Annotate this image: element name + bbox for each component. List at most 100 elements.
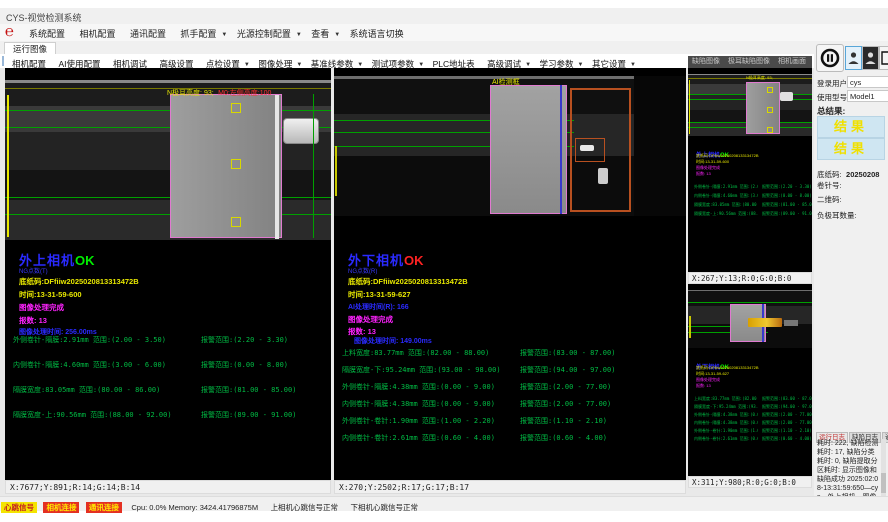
pause-button[interactable]	[816, 44, 844, 72]
measure-row: 隔膜宽度:83.05mm 范围:(80.00 - 86.00)	[694, 202, 758, 208]
log-text: 耗时: 222, 缺陷检测耗时: 17, 缺陷分类耗时: 0, 缺陷提取分区耗时…	[817, 439, 879, 501]
toolbar-accent	[2, 56, 4, 66]
alarm-range: 报警范围:(94.00 - 97.00)	[762, 404, 812, 410]
measure-row: 上料宽度:83.77mm 范围:(82.00 - 88.00)	[694, 396, 758, 402]
mini-image: N极耳高度: 93;	[688, 74, 812, 136]
upper-heartbeat-text: 上相机心跳信号正常	[271, 503, 339, 512]
annotation-height: N极耳高度: 93;	[746, 75, 773, 81]
edge-marker-yellow	[7, 95, 9, 237]
qr-code-label: 二维码:	[817, 194, 842, 205]
count-text: 报数: 13	[696, 383, 711, 389]
measure-row: 隔膜宽度-上:90.56mm 范围:(88.00 - 92.00)	[694, 211, 758, 217]
operator-button[interactable]	[862, 46, 879, 70]
measure-row: 内侧卷针-隔膜:4.38mm 范围:(0.00 - 9.00)	[694, 420, 758, 426]
result-display-lower: 结果	[817, 138, 885, 160]
exit-door-icon	[881, 51, 888, 65]
measure-row: 隔膜宽度-下:95.24mm 范围:(93.00 - 98.00)	[694, 404, 758, 410]
measure-row: 内侧卷针-卷针:2.61mm 范围:(0.60 - 4.00)	[694, 436, 758, 442]
measure-row: 上料宽度:83.77mm 范围:(82.00 - 88.00)	[342, 348, 489, 358]
model-field[interactable]	[847, 90, 888, 102]
time-text: 时间:13-31-59-600	[19, 289, 82, 300]
barcode-text: 底纸码:DFfiiw2025020813313472B	[348, 276, 468, 287]
cell-edge-highlight	[275, 95, 279, 239]
edge-marker-blue	[560, 85, 562, 214]
alarm-range: 报警范围:(94.00 - 97.00)	[520, 365, 615, 375]
measure-line	[5, 197, 331, 198]
tab-marker	[231, 103, 241, 113]
measure-row: 外侧卷针-隔膜:4.38mm 范围:(0.00 - 9.00)	[694, 412, 758, 418]
mini-tab-defect-image[interactable]: 缺陷图像	[692, 58, 720, 65]
status-bar: 心跳信号 相机连接 通讯连接 Cpu: 0.0% Memory: 3424.41…	[0, 496, 888, 511]
mini-image	[688, 290, 812, 348]
login-user-field[interactable]	[847, 76, 888, 88]
camera-image-lower: AI检测框	[334, 76, 686, 216]
log-scrollbar[interactable]	[881, 439, 886, 501]
cell-region	[746, 82, 780, 134]
alarm-range: 报警范围:(0.00 - 8.00)	[762, 193, 812, 199]
logout-button[interactable]	[879, 46, 888, 70]
image-annotation: N极耳高度: 93; M0:左侧高度:100	[167, 82, 271, 100]
roll-pin-label: 卷针号:	[817, 180, 842, 191]
cell-region	[490, 85, 567, 214]
measure-line	[688, 302, 812, 303]
camera-view-lower[interactable]: AI检测框 外下相机OK NG点数(R) 底纸码:DFfiiw202502081…	[334, 68, 686, 480]
window-title: CYS-视觉检测系统	[6, 11, 82, 24]
mini-view-upper[interactable]: N极耳高度: 93; 外上相机OK 底纸码:DFfiiw202502081331…	[688, 68, 812, 272]
tab-marker	[767, 107, 773, 113]
mini-pixel-status-lower: X:311;Y:980;R:0;G:0;B:0	[688, 476, 812, 488]
title-bar: CYS-视觉检测系统	[0, 8, 888, 25]
app-logo-icon: ℮	[5, 24, 21, 40]
mini-tab-tab-defect[interactable]: 极耳缺陷图像	[728, 58, 770, 65]
weld-spot	[598, 168, 608, 184]
barcode-text: 底纸码:DFfiiw2025020813313472B	[19, 276, 139, 287]
measure-line	[5, 110, 331, 111]
measure-row: 隔膜宽度-下:95.24mm 范围:(93.00 - 98.00)	[342, 365, 501, 375]
camera-view-upper[interactable]: N极耳高度: 93; M0:左侧高度:100 外上相机OK NG点数(T) 底纸…	[5, 68, 331, 480]
app-window: CYS-视觉检测系统 ℮ 系统配置 相机配置 通讯配置 抓手配置▼ 光源控制配置…	[0, 0, 888, 522]
scrollbar-thumb[interactable]	[881, 473, 886, 493]
alarm-range: 报警范围:(0.00 - 8.00)	[201, 360, 288, 370]
measure-row: 内侧卷针-隔膜:4.60mm 范围:(3.00 - 6.00)	[694, 193, 758, 199]
cell-region	[170, 94, 282, 238]
sidebar: 登录用户: 使用型号: 总结果: 结果 结果 底纸码: 20250208 卷针号…	[814, 42, 888, 510]
process-done-text: 图像处理完成	[19, 302, 64, 313]
alarm-range: 报警范围:(2.20 - 3.30)	[762, 184, 812, 190]
time-text: 时间:13-31-59-627	[348, 289, 411, 300]
result-display-upper: 结果	[817, 116, 885, 138]
alarm-range: 报警范围:(83.00 - 87.00)	[520, 348, 615, 358]
user-button[interactable]	[845, 46, 862, 70]
weld-spot	[580, 145, 594, 151]
pause-icon	[820, 48, 840, 68]
annotation-left-height: M0:左侧高度:100	[218, 90, 271, 97]
cpu-memory-text: Cpu: 0.0% Memory: 3424.41796875M	[131, 503, 258, 512]
ai-detect-inner-box	[575, 138, 605, 162]
measure-row: 外侧卷针-卷针:1.90mm 范围:(1.00 - 2.20)	[694, 428, 758, 434]
dark-structure	[634, 76, 686, 216]
measure-row: 外侧卷针-隔膜:2.91mm 范围:(2.00 - 3.50)	[13, 335, 166, 345]
alarm-range: 报警范围:(83.00 - 87.00)	[762, 396, 812, 402]
measure-row: 外侧卷针-隔膜:4.38mm 范围:(0.00 - 9.00)	[342, 382, 495, 392]
model-label: 使用型号:	[817, 92, 849, 103]
result-ok: OK	[75, 253, 95, 268]
alarm-range: 报警范围:(2.00 - 77.00)	[520, 399, 611, 409]
ai-time-text: AI处理时间(R): 166	[348, 302, 409, 312]
tab-marker	[231, 217, 241, 227]
alarm-range: 报警范围:(89.00 - 91.00)	[762, 211, 812, 217]
user-dark-icon	[865, 51, 876, 65]
measure-row: 内侧卷针-卷针:2.61mm 范围:(0.60 - 4.00)	[342, 433, 495, 443]
heartbeat-badge: 心跳信号	[1, 502, 37, 513]
chevron-down-icon: ▼	[334, 32, 340, 38]
measure-line-vertical	[313, 94, 314, 238]
process-time-text: 图像处理时间: 149.00ms	[354, 336, 432, 346]
chevron-down-icon: ▼	[221, 32, 227, 38]
user-icon	[848, 51, 859, 65]
mini-tab-camera-view[interactable]: 相机画面	[778, 58, 806, 65]
alarm-range: 报警范围:(0.60 - 4.00)	[520, 433, 607, 443]
mini-view-lower[interactable]: 外下相机OK 底纸码:DFfiiw2025020813313472B 时间:13…	[688, 284, 812, 476]
process-done-text: 图像处理完成	[348, 314, 393, 325]
measure-row: 外侧卷针-隔膜:2.91mm 范围:(2.00 - 3.50)	[694, 184, 758, 190]
alarm-range: 报警范围:(1.10 - 2.10)	[762, 428, 812, 434]
measure-row: 隔膜宽度:83.05mm 范围:(80.00 - 86.00)	[13, 385, 160, 395]
measure-row: 内侧卷针-隔膜:4.60mm 范围:(3.00 - 6.00)	[13, 360, 166, 370]
measure-row: 内侧卷针-隔膜:4.38mm 范围:(0.00 - 9.00)	[342, 399, 495, 409]
